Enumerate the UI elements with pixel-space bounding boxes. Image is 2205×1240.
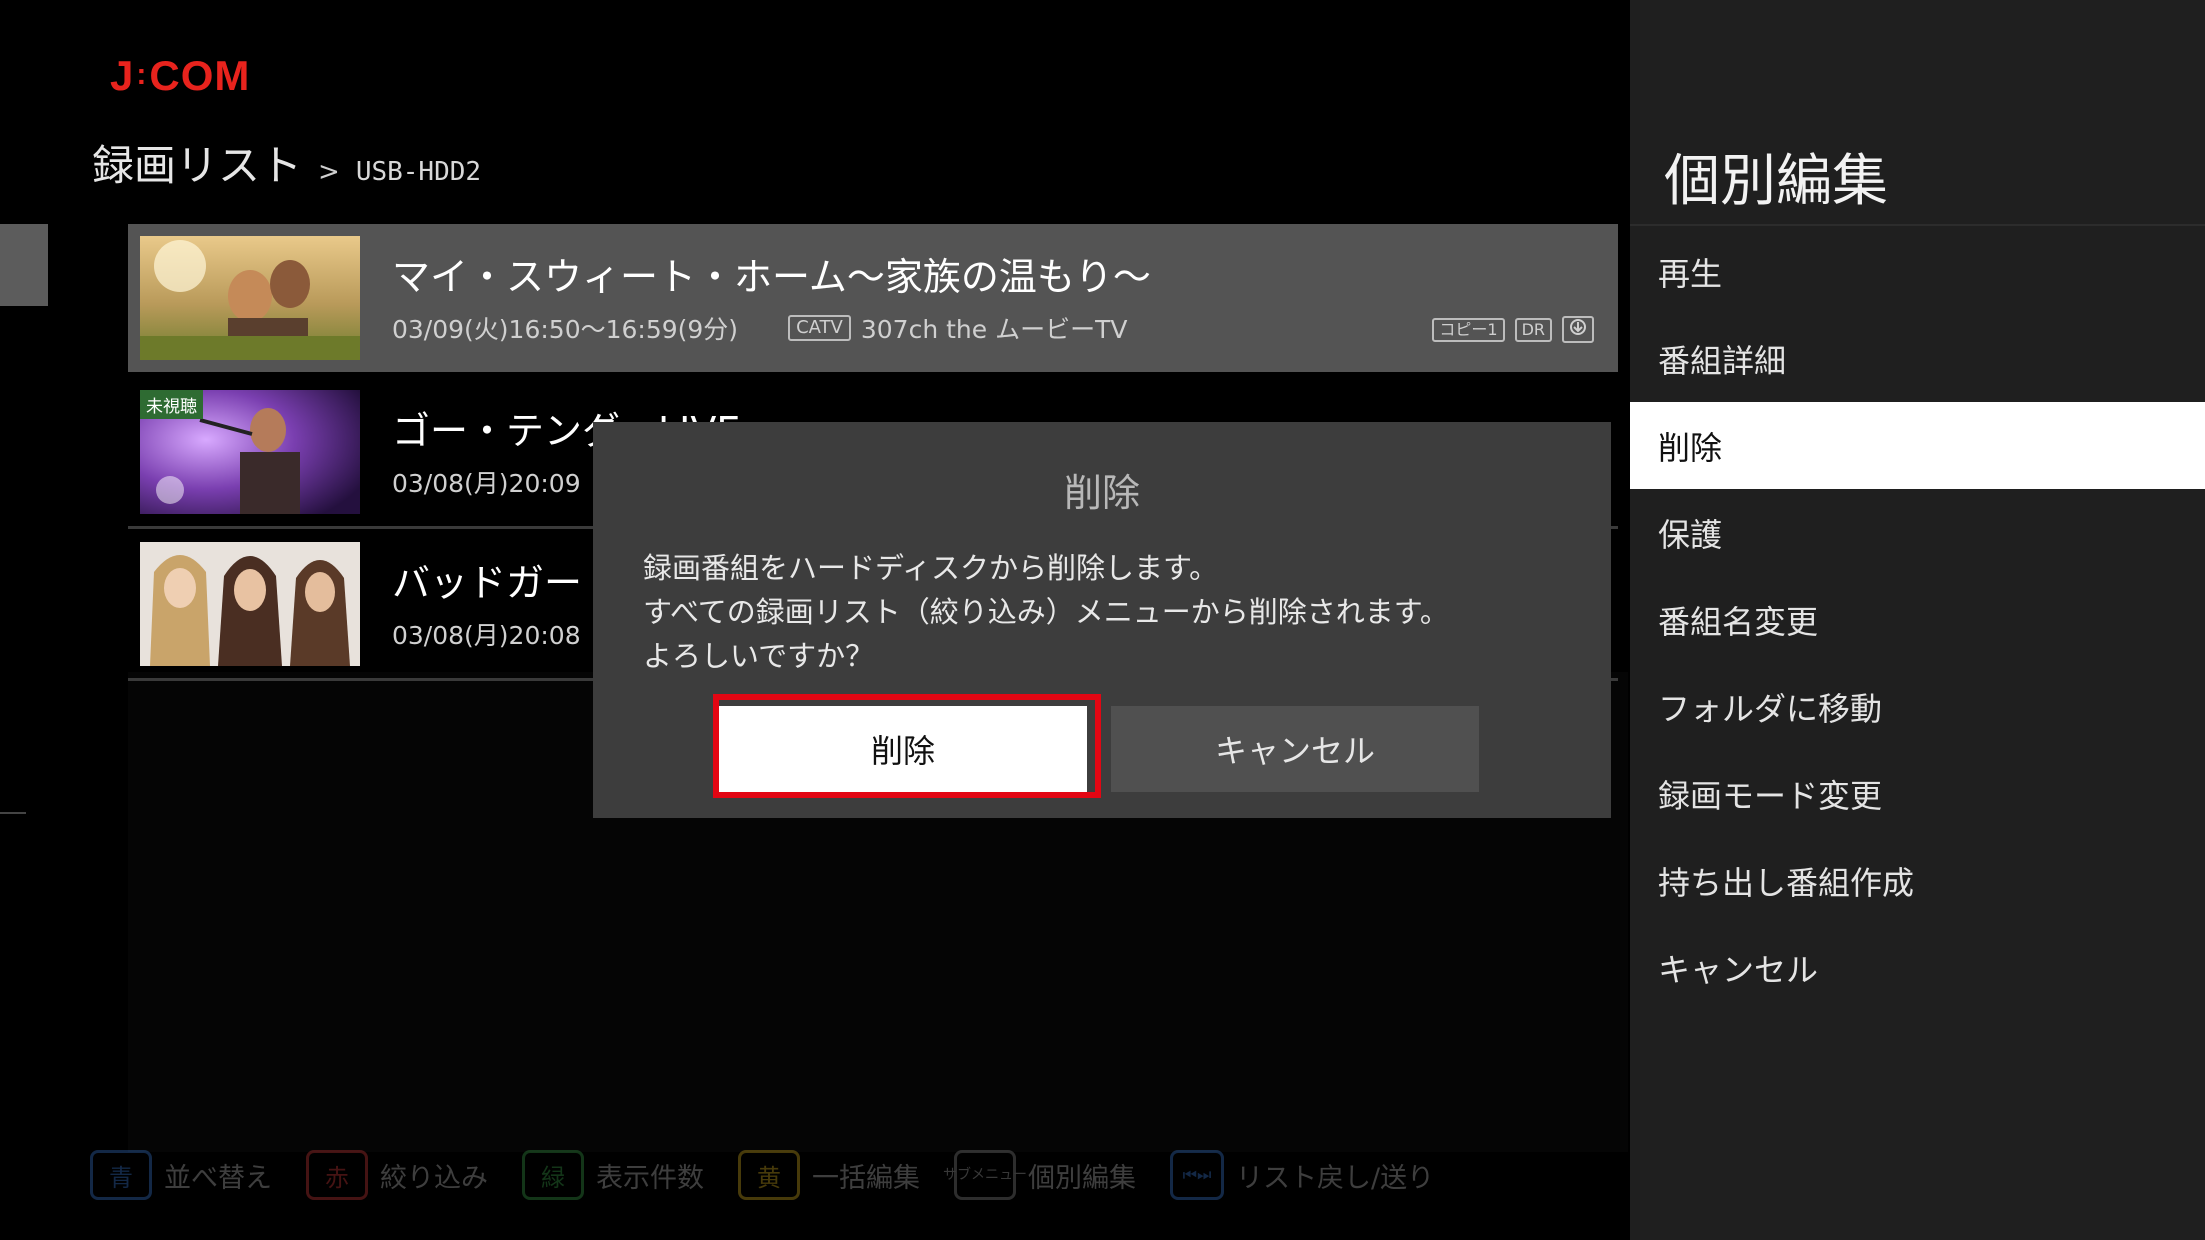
breadcrumb-title: 録画リスト — [92, 141, 303, 190]
menu-item-delete[interactable]: 削除 — [1630, 402, 2205, 489]
recording-title: マイ・スウィート・ホーム〜家族の温もり〜 — [392, 255, 1151, 299]
selection-highlight-frame — [713, 694, 1101, 798]
hint-page: ⏮⏭ リスト戻し/送り — [1170, 1150, 1434, 1200]
hint-bulk-edit: 黄 一括編集 — [738, 1150, 920, 1200]
dialog-message-line: すべての録画リスト（絞り込み）メニューから削除されます。 — [643, 595, 1449, 629]
download-icon — [1562, 316, 1594, 343]
menu-item-move-folder[interactable]: フォルダに移動 — [1630, 663, 2205, 750]
dialog-message-line: よろしいですか？ — [643, 639, 875, 673]
catv-tag: CATV — [788, 315, 851, 341]
hint-label: リスト戻し/送り — [1236, 1162, 1435, 1194]
hint-individual-edit: サブメニュー 個別編集 — [943, 1150, 1136, 1200]
copy-badge: コピー1 — [1432, 317, 1505, 342]
menu-item-play[interactable]: 再生 — [1630, 228, 2205, 315]
hint-count: 緑 表示件数 — [522, 1150, 704, 1200]
yellow-key-icon: 黄 — [738, 1150, 800, 1200]
hint-label: 一括編集 — [812, 1162, 920, 1194]
dialog-message: 録画番組をハードディスクから削除します。 すべての録画リスト（絞り込み）メニュー… — [643, 546, 1449, 678]
submenu-key-icon: サブメニュー — [943, 1150, 1027, 1200]
breadcrumb-separator: > — [318, 157, 340, 187]
blue-key-icon: 青 — [90, 1150, 152, 1200]
hint-label: 個別編集 — [1028, 1162, 1136, 1194]
divider — [0, 812, 26, 814]
edit-menu: 再生 番組詳細 削除 保護 番組名変更 フォルダに移動 録画モード変更 持ち出し… — [1630, 228, 2205, 1011]
recording-row[interactable]: マイ・スウィート・ホーム〜家族の温もり〜 03/09(火)16:50〜16:59… — [128, 224, 1618, 372]
individual-edit-panel: 個別編集 再生 番組詳細 削除 保護 番組名変更 フォルダに移動 録画モード変更… — [1630, 0, 2205, 1240]
menu-item-record-mode[interactable]: 録画モード変更 — [1630, 750, 2205, 837]
panel-title: 個別編集 — [1664, 149, 1888, 214]
green-key-icon: 緑 — [522, 1150, 584, 1200]
divider — [1630, 224, 2205, 226]
red-key-icon: 赤 — [306, 1150, 368, 1200]
menu-item-protect[interactable]: 保護 — [1630, 489, 2205, 576]
recording-datetime: 03/09(火)16:50〜16:59(9分) — [392, 315, 739, 344]
menu-item-takeout[interactable]: 持ち出し番組作成 — [1630, 837, 2205, 924]
women-photo-icon — [140, 542, 360, 666]
menu-item-cancel[interactable]: キャンセル — [1630, 924, 2205, 1011]
recording-badges: コピー1 DR — [1432, 316, 1594, 343]
hint-label: 絞り込み — [380, 1162, 488, 1194]
recording-meta: 03/09(火)16:50〜16:59(9分) CATV 307ch the ム… — [392, 310, 1127, 346]
recording-title: バッドガー — [392, 561, 583, 605]
jcom-logo: J:COM — [110, 52, 251, 99]
family-photo-icon — [140, 236, 360, 360]
unwatched-badge: 未視聴 — [140, 390, 203, 419]
recording-meta: 03/08(月)20:08 — [392, 616, 581, 652]
recording-meta: 03/08(月)20:09 — [392, 464, 581, 500]
dialog-cancel-button[interactable]: キャンセル — [1111, 706, 1479, 792]
breadcrumb: 録画リスト > USB-HDD2 — [92, 132, 481, 193]
dialog-title: 削除 — [1063, 471, 1140, 515]
recording-channel: 307ch the ムービーTV — [860, 315, 1128, 344]
breadcrumb-device: USB-HDD2 — [355, 157, 482, 187]
remote-hint-bar: 青 並べ替え 赤 絞り込み 緑 表示件数 黄 一括編集 サブメニュー 個別編集 … — [90, 1150, 1434, 1200]
dr-badge: DR — [1514, 317, 1552, 342]
recording-datetime: 03/08(月)20:08 — [392, 621, 581, 650]
dialog-message-line: 録画番組をハードディスクから削除します。 — [643, 551, 1219, 585]
hint-label: 並べ替え — [164, 1162, 272, 1194]
menu-item-program-details[interactable]: 番組詳細 — [1630, 315, 2205, 402]
hint-sort: 青 並べ替え — [90, 1150, 272, 1200]
hint-filter: 赤 絞り込み — [306, 1150, 488, 1200]
menu-item-rename[interactable]: 番組名変更 — [1630, 576, 2205, 663]
hint-label: 表示件数 — [596, 1162, 704, 1194]
skip-key-icon: ⏮⏭ — [1170, 1150, 1224, 1200]
left-panel-tab[interactable] — [0, 224, 48, 306]
recording-datetime: 03/08(月)20:09 — [392, 469, 581, 498]
